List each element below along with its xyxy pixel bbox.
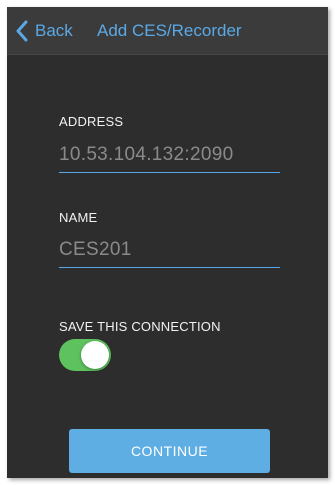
address-input[interactable] bbox=[59, 141, 280, 173]
chevron-left-icon bbox=[15, 20, 29, 42]
page-title: Add CES/Recorder bbox=[97, 21, 242, 40]
name-input[interactable] bbox=[59, 236, 280, 268]
toggle-knob bbox=[81, 341, 109, 369]
address-label: ADDRESS bbox=[59, 114, 124, 129]
nav-bar: Back Add CES/Recorder bbox=[7, 7, 328, 55]
save-connection-label: SAVE THIS CONNECTION bbox=[59, 319, 221, 334]
app-screen: Back Add CES/Recorder ADDRESS NAME SAVE … bbox=[7, 7, 328, 478]
continue-button[interactable]: CONTINUE bbox=[69, 429, 270, 473]
save-connection-toggle[interactable] bbox=[59, 339, 111, 371]
back-button[interactable]: Back bbox=[15, 19, 73, 43]
name-label: NAME bbox=[59, 210, 98, 225]
back-label: Back bbox=[35, 21, 73, 40]
